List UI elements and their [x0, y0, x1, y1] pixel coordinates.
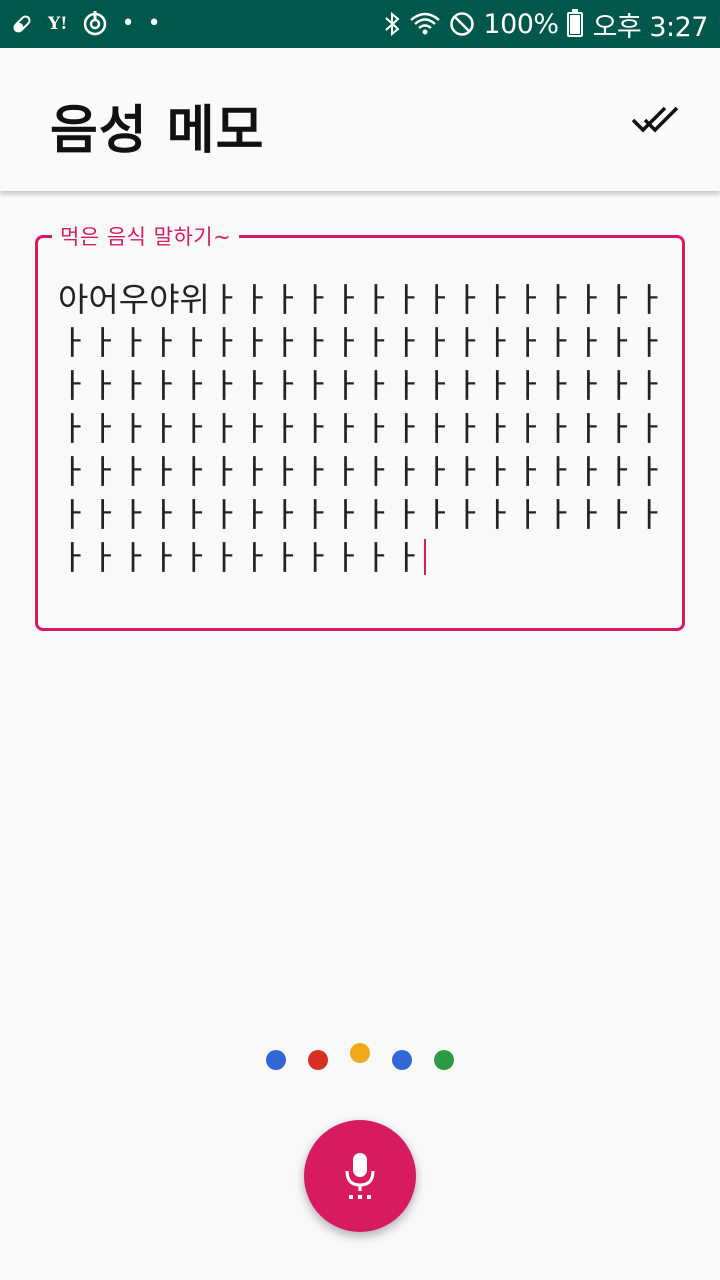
- mic-button[interactable]: [304, 1120, 416, 1232]
- battery-icon: [566, 8, 583, 37]
- clock: 오후 3:27: [592, 11, 709, 43]
- do-not-disturb-icon: [449, 11, 475, 37]
- battery-percent: 100%: [483, 8, 559, 40]
- listening-dot-4: [392, 1050, 412, 1070]
- page-title: 음성 메모: [50, 101, 265, 161]
- listening-dot-1: [266, 1050, 286, 1070]
- text-cursor: [424, 539, 427, 575]
- memo-text-content[interactable]: 아어우야위ㅏㅏㅏㅏㅏㅏㅏㅏㅏㅏㅏㅏㅏㅏㅏㅏㅏㅏㅏㅏㅏㅏㅏㅏㅏㅏㅏㅏㅏㅏㅏㅏㅏㅏㅏ…: [58, 278, 668, 579]
- status-bar-left: Y! • •: [10, 11, 164, 37]
- listening-indicator: [0, 1040, 720, 1080]
- memo-field-label: 먹은 음식 말하기~: [52, 221, 240, 251]
- more-notifications-icon: • •: [121, 11, 164, 36]
- pill-icon: [10, 12, 34, 36]
- status-bar: Y! • • 100% 오후 3:27: [0, 0, 720, 48]
- bluetooth-icon: [383, 11, 401, 37]
- status-bar-right: 100% 오후 3:27: [383, 5, 709, 44]
- wifi-icon: [409, 11, 441, 37]
- sync-icon: [82, 11, 108, 37]
- listening-dot-2: [308, 1050, 328, 1070]
- listening-dot-5: [434, 1050, 454, 1070]
- yahoo-icon: Y!: [48, 14, 68, 34]
- mic-icon: [345, 1153, 375, 1199]
- memo-text-field[interactable]: 먹은 음식 말하기~ 아어우야위ㅏㅏㅏㅏㅏㅏㅏㅏㅏㅏㅏㅏㅏㅏㅏㅏㅏㅏㅏㅏㅏㅏㅏㅏ…: [35, 221, 685, 631]
- done-all-icon: [631, 106, 679, 133]
- listening-dot-3: [350, 1043, 370, 1063]
- app-bar: 음성 메모: [0, 48, 720, 191]
- done-all-button[interactable]: [626, 98, 686, 142]
- memo-text-value: 아어우야위ㅏㅏㅏㅏㅏㅏㅏㅏㅏㅏㅏㅏㅏㅏㅏㅏㅏㅏㅏㅏㅏㅏㅏㅏㅏㅏㅏㅏㅏㅏㅏㅏㅏㅏㅏ…: [58, 280, 666, 577]
